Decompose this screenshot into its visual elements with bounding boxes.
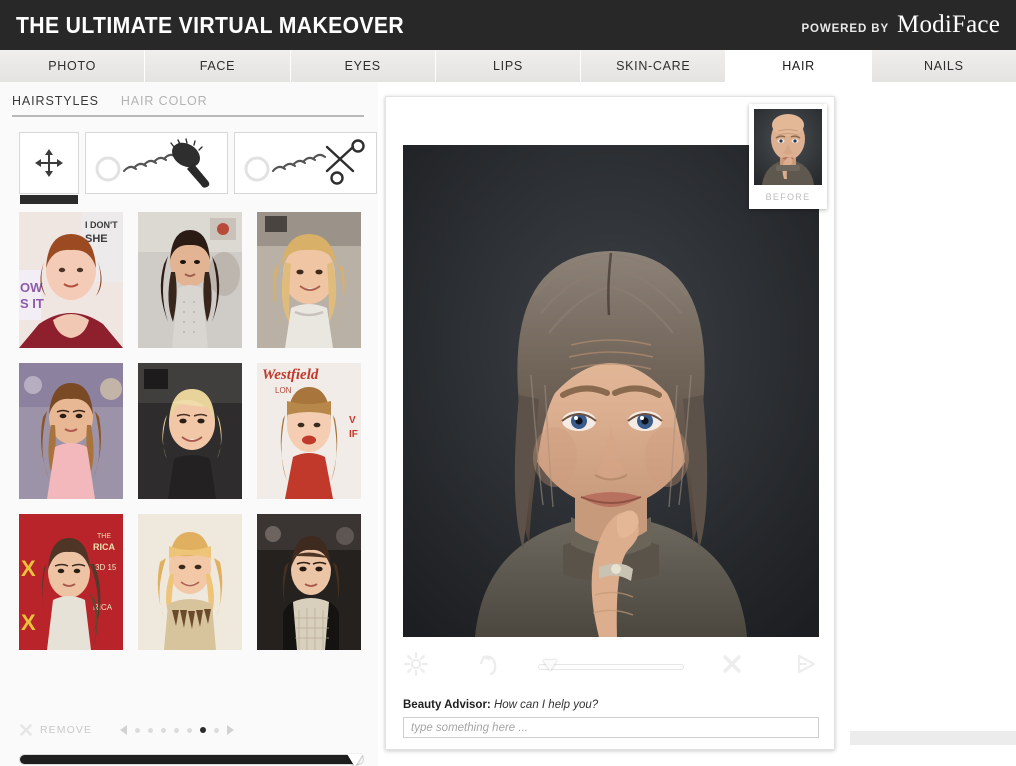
svg-text:LON: LON bbox=[275, 386, 292, 395]
share-button[interactable] bbox=[793, 651, 819, 682]
reset-button[interactable] bbox=[719, 651, 745, 682]
svg-text:OW: OW bbox=[20, 280, 43, 295]
brand-name: ModiFace bbox=[897, 11, 1000, 38]
hairstyle-thumbnail[interactable]: Westfield LON V IF bbox=[257, 363, 361, 499]
app-header: THE ULTIMATE VIRTUAL MAKEOVER POWERED BY… bbox=[0, 0, 1016, 50]
beauty-advisor: Beauty Advisor: How can I help you? bbox=[403, 699, 819, 738]
svg-text:RICA: RICA bbox=[93, 542, 115, 552]
svg-text:I DON'T: I DON'T bbox=[85, 220, 118, 230]
advisor-input[interactable] bbox=[403, 717, 819, 738]
move-tool-button[interactable] bbox=[19, 132, 79, 204]
tool-row bbox=[19, 132, 377, 204]
hairstyle-thumbnail[interactable]: I DON'T SHE OW S IT bbox=[19, 212, 123, 348]
pager-dot-7[interactable] bbox=[214, 727, 220, 733]
tab-eyes[interactable]: EYES bbox=[290, 50, 436, 82]
hairstyle-thumbnail[interactable] bbox=[257, 212, 361, 348]
length-slider-fill bbox=[20, 755, 353, 764]
svg-text:IF: IF bbox=[349, 429, 358, 440]
hairstyle-thumbnail-grid: I DON'T SHE OW S IT Westfield LON V IF X… bbox=[19, 212, 361, 650]
scissors-icon bbox=[241, 137, 371, 189]
bottom-status-bar bbox=[850, 731, 1016, 745]
triangle-left-icon[interactable] bbox=[120, 725, 128, 735]
settings-button[interactable] bbox=[403, 651, 429, 682]
advisor-prompt-line: Beauty Advisor: How can I help you? bbox=[403, 699, 819, 711]
main-tabbar: PHOTO FACE EYES LIPS SKIN-CARE HAIR NAIL… bbox=[0, 50, 1016, 82]
svg-text:X: X bbox=[21, 556, 36, 581]
left-panel: HAIRSTYLES HAIR COLOR I DON'T SHE OW S I… bbox=[0, 82, 378, 766]
svg-text:THE: THE bbox=[97, 533, 111, 540]
makeover-photo[interactable] bbox=[403, 145, 819, 637]
page-title: THE ULTIMATE VIRTUAL MAKEOVER bbox=[16, 11, 405, 38]
opacity-slider-track[interactable] bbox=[538, 664, 684, 670]
app-root: THE ULTIMATE VIRTUAL MAKEOVER POWERED BY… bbox=[0, 0, 1016, 766]
photo-toolbar bbox=[403, 649, 819, 683]
pager-dot-3[interactable] bbox=[161, 727, 167, 733]
tab-skin-care[interactable]: SKIN-CARE bbox=[581, 50, 727, 82]
tab-lips[interactable]: LIPS bbox=[435, 50, 582, 82]
hair-subtabs: HAIRSTYLES HAIR COLOR bbox=[12, 94, 364, 117]
brand-logo: POWERED BY ModiFace bbox=[801, 11, 1000, 39]
hairstyle-thumbnail[interactable]: X X THE RICA 3D 15 RICA bbox=[19, 514, 123, 650]
hairstyle-thumbnail[interactable] bbox=[257, 514, 361, 650]
x-icon bbox=[19, 723, 33, 737]
pager-dot-1[interactable] bbox=[135, 727, 141, 733]
svg-text:V: V bbox=[349, 415, 356, 426]
triangle-right-icon[interactable] bbox=[227, 725, 235, 735]
hairstyle-thumbnail[interactable] bbox=[138, 212, 242, 348]
tab-face[interactable]: FACE bbox=[145, 50, 291, 82]
pager-dot-4[interactable] bbox=[174, 727, 180, 733]
before-label: BEFORE bbox=[765, 192, 811, 202]
play-share-icon bbox=[793, 651, 819, 682]
before-thumbnail-card[interactable]: BEFORE bbox=[749, 104, 827, 209]
length-slider-knob[interactable] bbox=[346, 754, 363, 766]
brush-tool-button[interactable] bbox=[85, 132, 228, 194]
undo-button[interactable] bbox=[477, 651, 503, 682]
tab-nails[interactable]: NAILS bbox=[871, 50, 1016, 82]
length-slider-block: - LENGTH + bbox=[19, 754, 364, 766]
pager-row: REMOVE bbox=[19, 718, 364, 742]
gear-icon bbox=[403, 651, 429, 682]
undo-arrow-icon bbox=[477, 651, 503, 682]
hairstyle-thumbnail[interactable] bbox=[19, 363, 123, 499]
subtab-hair-color[interactable]: HAIR COLOR bbox=[121, 94, 208, 108]
advisor-question: How can I help you? bbox=[493, 699, 599, 711]
hairstyle-thumbnail[interactable] bbox=[138, 514, 242, 650]
opacity-slider-knob[interactable] bbox=[542, 660, 557, 671]
thumbnail-pager bbox=[120, 725, 235, 735]
pager-dot-6[interactable] bbox=[200, 727, 207, 733]
advisor-title: Beauty Advisor: bbox=[403, 699, 491, 711]
remove-button[interactable]: REMOVE bbox=[19, 723, 92, 737]
pager-dot-2[interactable] bbox=[148, 727, 154, 733]
hairstyle-thumbnail[interactable] bbox=[138, 363, 242, 499]
svg-text:X: X bbox=[21, 610, 36, 635]
remove-label: REMOVE bbox=[40, 724, 93, 736]
svg-text:Westfield: Westfield bbox=[262, 367, 319, 383]
hair-brush-icon bbox=[92, 137, 222, 189]
svg-text:3D 15: 3D 15 bbox=[95, 563, 117, 572]
pager-dot-5[interactable] bbox=[187, 727, 193, 733]
four-arrows-icon bbox=[34, 148, 64, 178]
length-slider-track[interactable] bbox=[19, 754, 364, 766]
tab-photo[interactable]: PHOTO bbox=[0, 50, 146, 82]
svg-text:S IT: S IT bbox=[20, 296, 44, 311]
before-photo bbox=[754, 109, 822, 185]
x-icon bbox=[719, 651, 745, 682]
scissors-tool-button[interactable] bbox=[234, 132, 377, 194]
powered-by-label: POWERED BY bbox=[801, 23, 890, 35]
tab-hair[interactable]: HAIR bbox=[726, 50, 872, 82]
subtab-hairstyles[interactable]: HAIRSTYLES bbox=[12, 94, 99, 108]
opacity-slider[interactable] bbox=[538, 658, 684, 674]
